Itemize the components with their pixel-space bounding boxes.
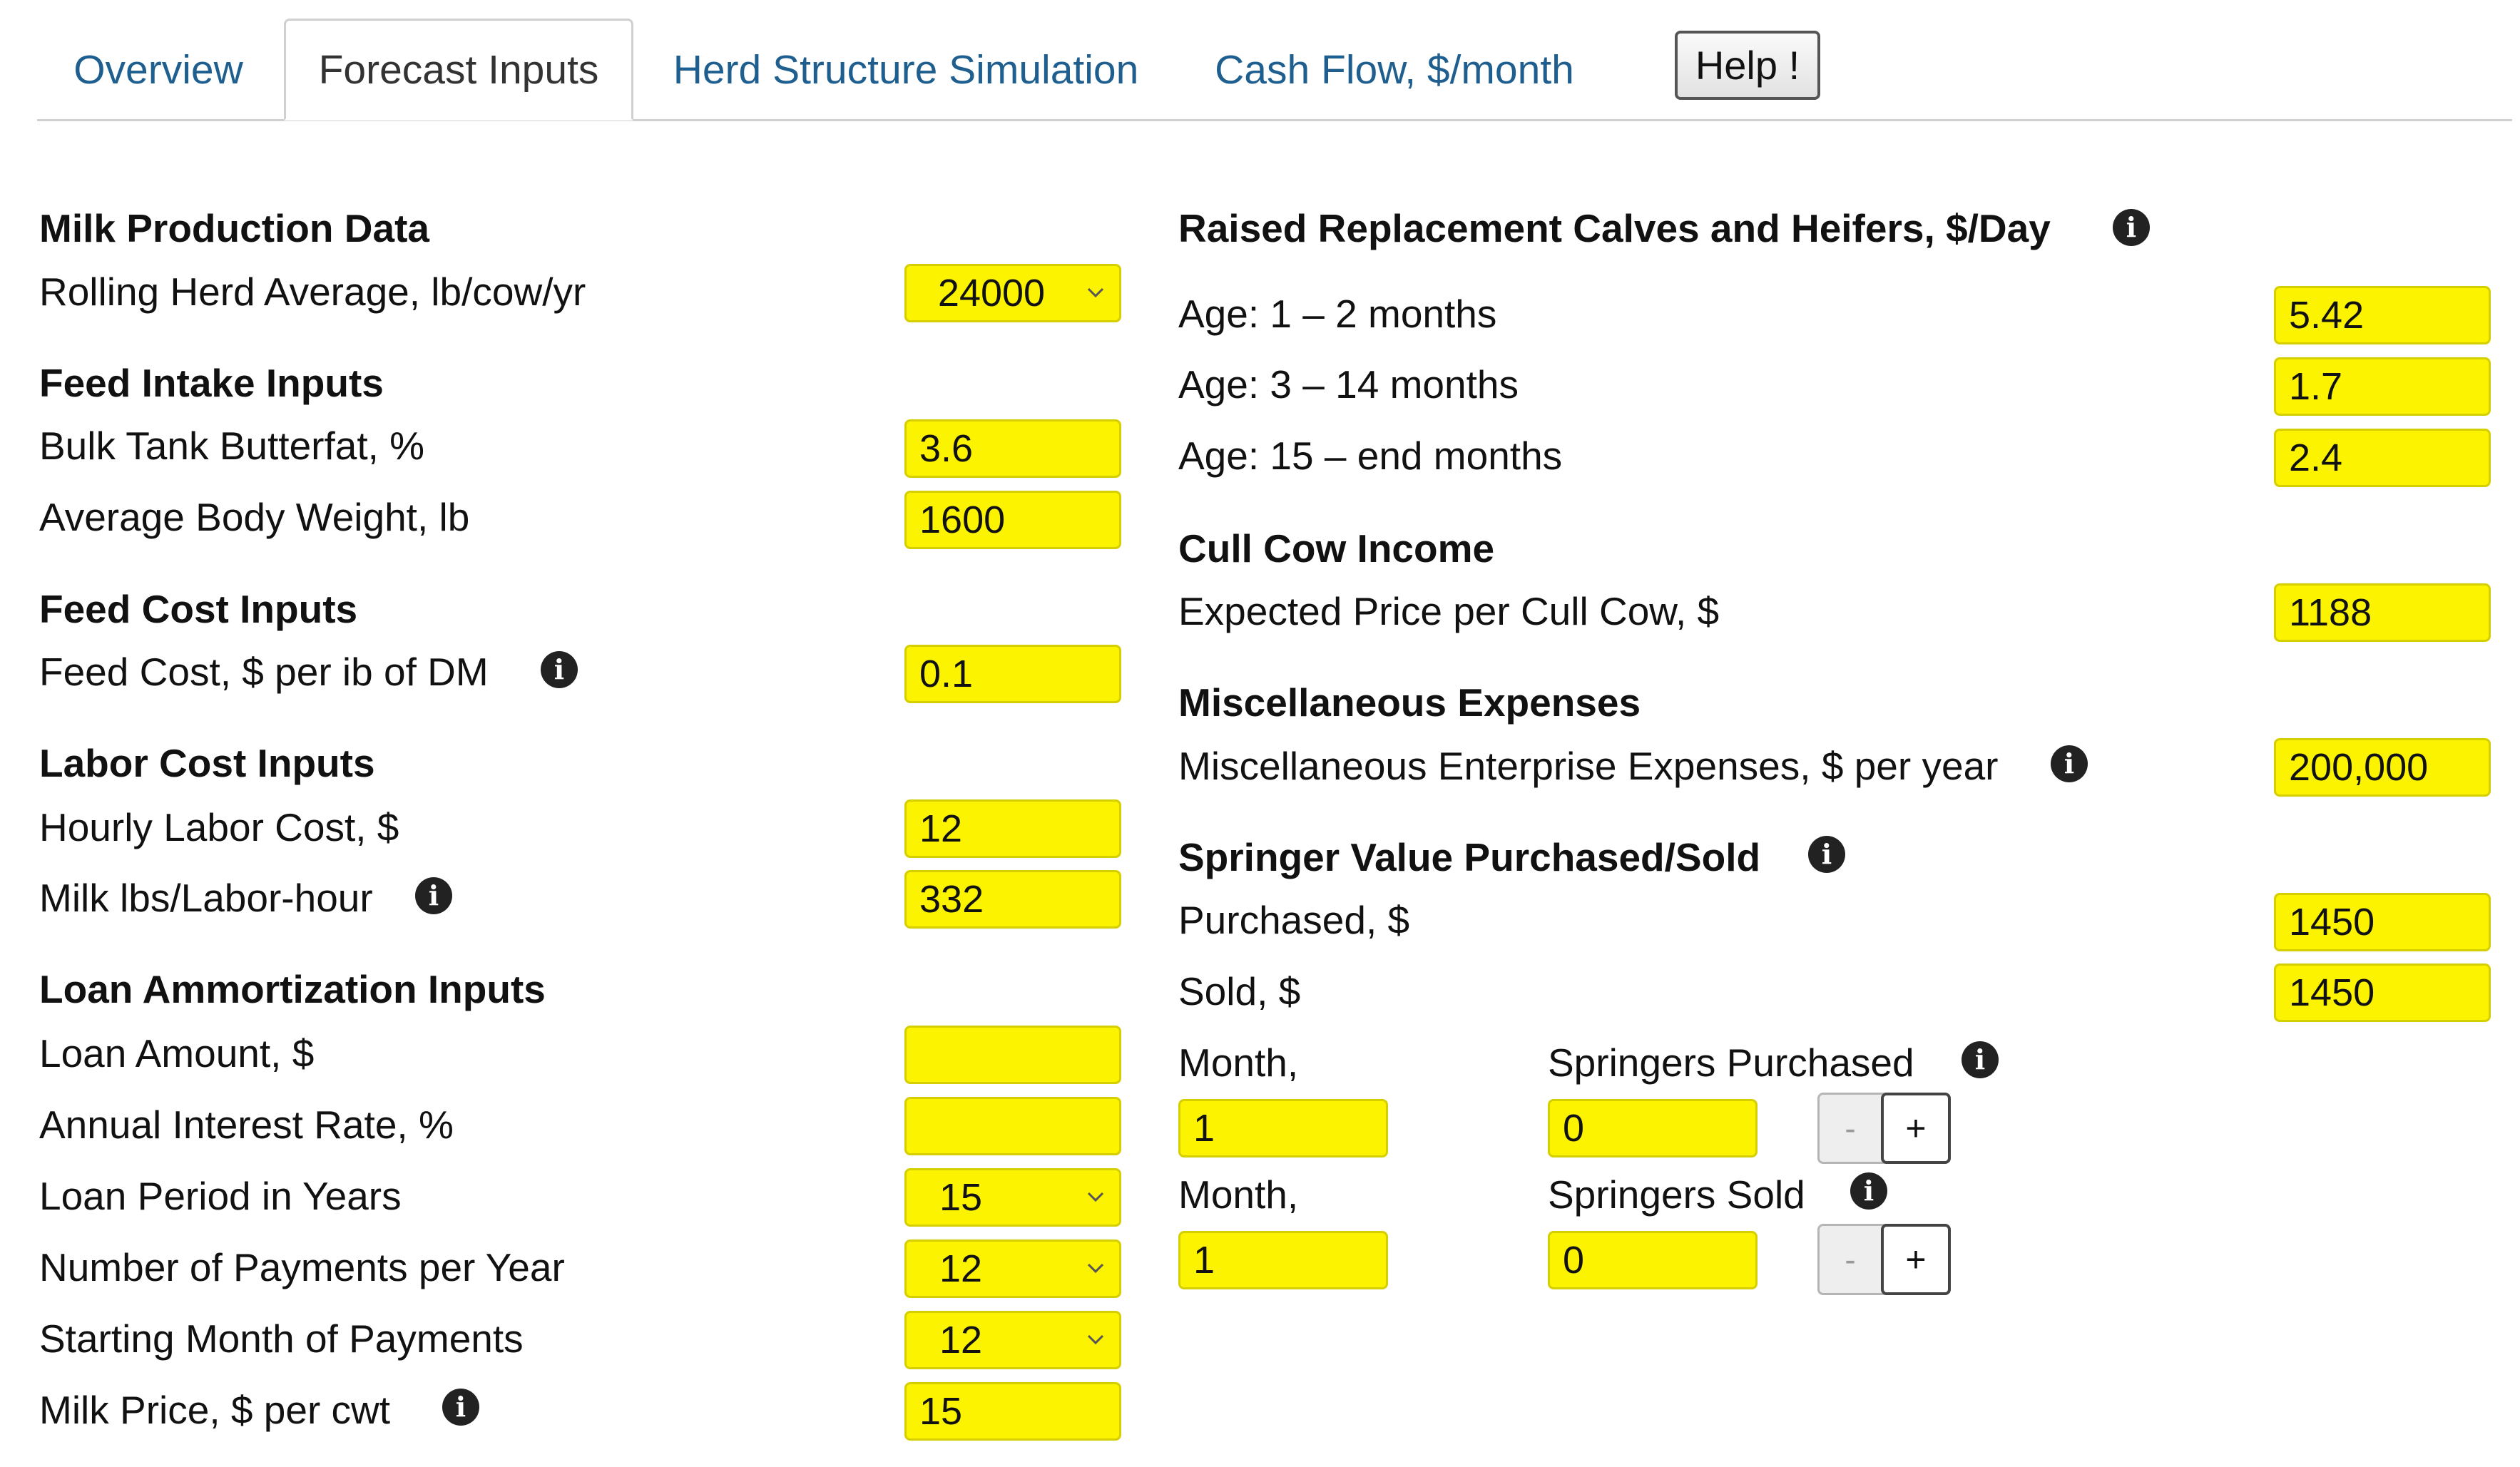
payments-per-year-select[interactable]: 12 <box>904 1239 1121 1298</box>
tab-forecast-inputs[interactable]: Forecast Inputs <box>284 19 633 121</box>
decrement-button[interactable]: - <box>1820 1095 1881 1162</box>
butterfat-input[interactable]: 3.6 <box>904 419 1121 478</box>
hourly-labor-cost-input[interactable]: 12 <box>904 799 1121 858</box>
misc-expenses-input[interactable]: 200,000 <box>2274 738 2491 797</box>
hourly-labor-cost-label: Hourly Labor Cost, $ <box>39 805 399 849</box>
info-circle-icon[interactable]: i <box>2113 209 2150 246</box>
springers-purchased-input[interactable]: 0 <box>1548 1099 1758 1157</box>
age-1-2-label: Age: 1 – 2 months <box>1178 292 1497 336</box>
milk-lbs-per-labor-hour-input[interactable]: 332 <box>904 870 1121 929</box>
info-circle-icon[interactable]: i <box>1850 1172 1887 1210</box>
milk-production-heading: Milk Production Data <box>39 206 429 250</box>
cull-cow-income-heading: Cull Cow Income <box>1178 526 1495 571</box>
loan-period-value: 15 <box>939 1176 983 1219</box>
milk-price-input[interactable]: 15 <box>904 1382 1121 1441</box>
springers-purchased-label: Springers Purchased <box>1548 1041 1914 1085</box>
starting-month-label: Starting Month of Payments <box>39 1317 524 1361</box>
loan-amount-label: Loan Amount, $ <box>39 1031 315 1075</box>
info-circle-icon[interactable]: i <box>442 1389 479 1426</box>
annual-interest-rate-input[interactable] <box>904 1097 1121 1155</box>
age-3-14-input[interactable]: 1.7 <box>2274 357 2491 416</box>
misc-expenses-heading: Miscellaneous Expenses <box>1178 680 1641 725</box>
body-weight-label: Average Body Weight, lb <box>39 495 470 539</box>
decrement-button[interactable]: - <box>1820 1226 1881 1293</box>
loan-amount-input[interactable] <box>904 1026 1121 1084</box>
age-3-14-label: Age: 3 – 14 months <box>1178 362 1519 407</box>
info-circle-icon[interactable]: i <box>1962 1041 1999 1078</box>
purchase-month-input[interactable]: 1 <box>1178 1099 1388 1157</box>
info-circle-icon[interactable]: i <box>415 877 452 914</box>
springers-sold-label: Springers Sold <box>1548 1172 1805 1217</box>
springers-sold-stepper[interactable]: - + <box>1817 1224 1951 1295</box>
help-button[interactable]: Help ! <box>1675 31 1820 100</box>
cull-cow-price-input[interactable]: 1188 <box>2274 583 2491 642</box>
tab-cash-flow[interactable]: Cash Flow, $/month <box>1184 19 1605 121</box>
month-label: Month, <box>1178 1041 1299 1085</box>
springer-sold-label: Sold, $ <box>1178 969 1301 1013</box>
chevron-down-icon <box>1087 1192 1104 1202</box>
increment-button[interactable]: + <box>1881 1224 1951 1295</box>
age-15-end-input[interactable]: 2.4 <box>2274 429 2491 487</box>
springer-sold-input[interactable]: 1450 <box>2274 963 2491 1022</box>
labor-cost-heading: Labor Cost Inputs <box>39 741 375 785</box>
info-circle-icon[interactable]: i <box>541 651 578 688</box>
springers-purchased-stepper[interactable]: - + <box>1817 1093 1951 1164</box>
annual-interest-rate-label: Annual Interest Rate, % <box>39 1103 454 1147</box>
springer-value-heading: Springer Value Purchased/Sold <box>1178 835 1761 879</box>
milk-price-label: Milk Price, $ per cwt <box>39 1388 391 1432</box>
tab-herd-structure-simulation[interactable]: Herd Structure Simulation <box>656 19 1156 121</box>
sold-month-input[interactable]: 1 <box>1178 1231 1388 1289</box>
butterfat-label: Bulk Tank Butterfat, % <box>39 424 425 468</box>
chevron-down-icon <box>1087 287 1104 298</box>
feed-cost-heading: Feed Cost Inputs <box>39 587 358 631</box>
loan-period-label: Loan Period in Years <box>39 1174 402 1218</box>
misc-expenses-label: Miscellaneous Enterprise Expenses, $ per… <box>1178 744 1999 788</box>
payments-per-year-label: Number of Payments per Year <box>39 1245 565 1289</box>
starting-month-select[interactable]: 12 <box>904 1311 1121 1369</box>
rolling-herd-average-value: 24000 <box>937 272 1046 315</box>
feed-cost-label: Feed Cost, $ per ib of DM <box>39 650 489 694</box>
loan-heading: Loan Ammortization Inputs <box>39 967 546 1011</box>
rolling-herd-average-select[interactable]: 24000 <box>904 264 1121 322</box>
chevron-down-icon <box>1087 1263 1104 1274</box>
springers-sold-input[interactable]: 0 <box>1548 1231 1758 1289</box>
info-circle-icon[interactable]: i <box>1808 836 1845 873</box>
rolling-herd-average-label: Rolling Herd Average, lb/cow/yr <box>39 270 586 314</box>
loan-period-select[interactable]: 15 <box>904 1168 1121 1227</box>
replacement-heading: Raised Replacement Calves and Heifers, $… <box>1178 206 2051 250</box>
cull-cow-price-label: Expected Price per Cull Cow, $ <box>1178 589 1720 633</box>
springer-purchased-label: Purchased, $ <box>1178 898 1410 942</box>
increment-button[interactable]: + <box>1881 1093 1951 1164</box>
age-15-end-label: Age: 15 – end months <box>1178 434 1563 478</box>
feed-intake-heading: Feed Intake Inputs <box>39 361 384 405</box>
springer-purchased-input[interactable]: 1450 <box>2274 893 2491 951</box>
age-1-2-input[interactable]: 5.42 <box>2274 286 2491 344</box>
month-label: Month, <box>1178 1172 1299 1217</box>
starting-month-value: 12 <box>939 1319 983 1361</box>
feed-cost-input[interactable]: 0.1 <box>904 645 1121 703</box>
info-circle-icon[interactable]: i <box>2051 745 2088 782</box>
milk-lbs-per-labor-hour-label: Milk lbs/Labor-hour <box>39 876 373 920</box>
chevron-down-icon <box>1087 1334 1104 1345</box>
body-weight-input[interactable]: 1600 <box>904 491 1121 549</box>
tab-overview[interactable]: Overview <box>37 19 280 121</box>
payments-per-year-value: 12 <box>939 1247 983 1290</box>
